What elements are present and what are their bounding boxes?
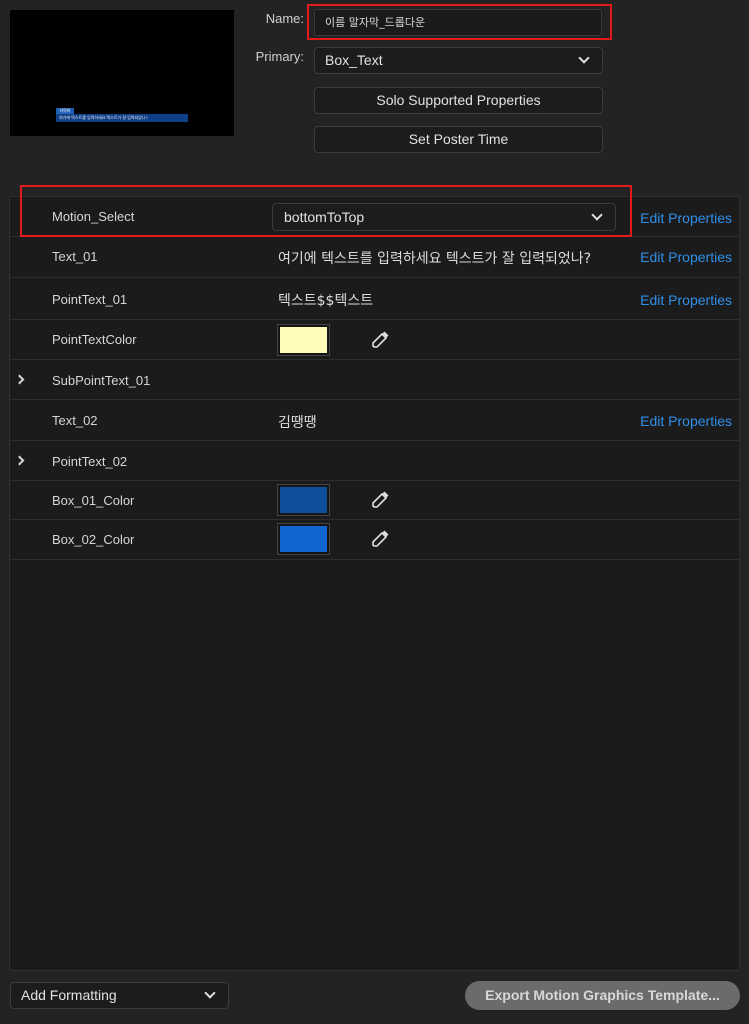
- eyedropper-icon[interactable]: [372, 490, 390, 508]
- solo-supported-properties-button[interactable]: Solo Supported Properties: [314, 87, 603, 114]
- property-row-box-02-color: Box_02_Color: [10, 520, 739, 560]
- primary-label: Primary:: [255, 49, 304, 64]
- chevron-down-icon: [204, 987, 216, 999]
- property-row-pointtext-01: PointText_01 텍스트$$텍스트 Edit Properties: [10, 278, 739, 320]
- property-name: Text_01: [52, 249, 98, 264]
- color-swatch[interactable]: [277, 324, 330, 356]
- property-row-pointtextcolor: PointTextColor: [10, 320, 739, 360]
- property-name: SubPointText_01: [52, 373, 151, 388]
- eyedropper-icon[interactable]: [372, 330, 390, 348]
- motion-select-highlight-box: [20, 185, 632, 237]
- property-name: PointTextColor: [52, 332, 137, 347]
- property-name: PointText_02: [52, 454, 128, 469]
- property-name: Text_02: [52, 413, 98, 428]
- edit-properties-link[interactable]: Edit Properties: [640, 249, 732, 265]
- eyedropper-icon[interactable]: [372, 529, 390, 547]
- export-motion-graphics-template-button[interactable]: Export Motion Graphics Template...: [465, 981, 740, 1010]
- primary-select[interactable]: Box_Text: [314, 47, 603, 74]
- color-swatch[interactable]: [277, 523, 330, 555]
- property-name: Box_02_Color: [52, 532, 135, 547]
- edit-properties-link[interactable]: Edit Properties: [640, 413, 732, 429]
- text-01-value[interactable]: 여기에 텍스트를 입력하세요 텍스트가 잘 입력되었나?: [278, 248, 591, 268]
- chevron-down-icon: [578, 52, 590, 64]
- name-highlight-box: [307, 4, 612, 40]
- property-name: Box_01_Color: [52, 493, 135, 508]
- add-formatting-label: Add Formatting: [21, 987, 117, 1003]
- text-02-value[interactable]: 김땡땡: [278, 412, 317, 432]
- primary-select-value: Box_Text: [325, 52, 383, 68]
- essential-graphics-panel: 자막바 여기에 텍스트를 입력하세요 텍스트가 잘 입력되었나? Name: 이…: [0, 0, 749, 1024]
- chevron-right-icon[interactable]: [14, 374, 25, 385]
- set-poster-time-button[interactable]: Set Poster Time: [314, 126, 603, 153]
- color-swatch[interactable]: [277, 484, 330, 516]
- edit-properties-link[interactable]: Edit Properties: [640, 210, 732, 226]
- name-label: Name:: [265, 11, 304, 26]
- property-row-subpointtext-01[interactable]: SubPointText_01: [10, 360, 739, 400]
- thumbnail-lower-third: 자막바 여기에 텍스트를 입력하세요 텍스트가 잘 입력되었나?: [56, 108, 188, 123]
- property-name: PointText_01: [52, 292, 128, 307]
- thumbnail-bar-text: 여기에 텍스트를 입력하세요 텍스트가 잘 입력되었나?: [56, 114, 188, 122]
- property-row-box-01-color: Box_01_Color: [10, 481, 739, 520]
- pointtext-01-value[interactable]: 텍스트$$텍스트: [278, 290, 373, 310]
- template-thumbnail: 자막바 여기에 텍스트를 입력하세요 텍스트가 잘 입력되었나?: [10, 10, 234, 136]
- property-row-text-02: Text_02 김땡땡 Edit Properties: [10, 400, 739, 441]
- property-row-pointtext-02[interactable]: PointText_02: [10, 441, 739, 481]
- add-formatting-select[interactable]: Add Formatting: [10, 982, 229, 1009]
- edit-properties-link[interactable]: Edit Properties: [640, 292, 732, 308]
- chevron-right-icon[interactable]: [14, 455, 25, 466]
- properties-panel: Motion_Select bottomToTop Edit Propertie…: [9, 196, 740, 971]
- property-row-text-01: Text_01 여기에 텍스트를 입력하세요 텍스트가 잘 입력되었나? Edi…: [10, 237, 739, 278]
